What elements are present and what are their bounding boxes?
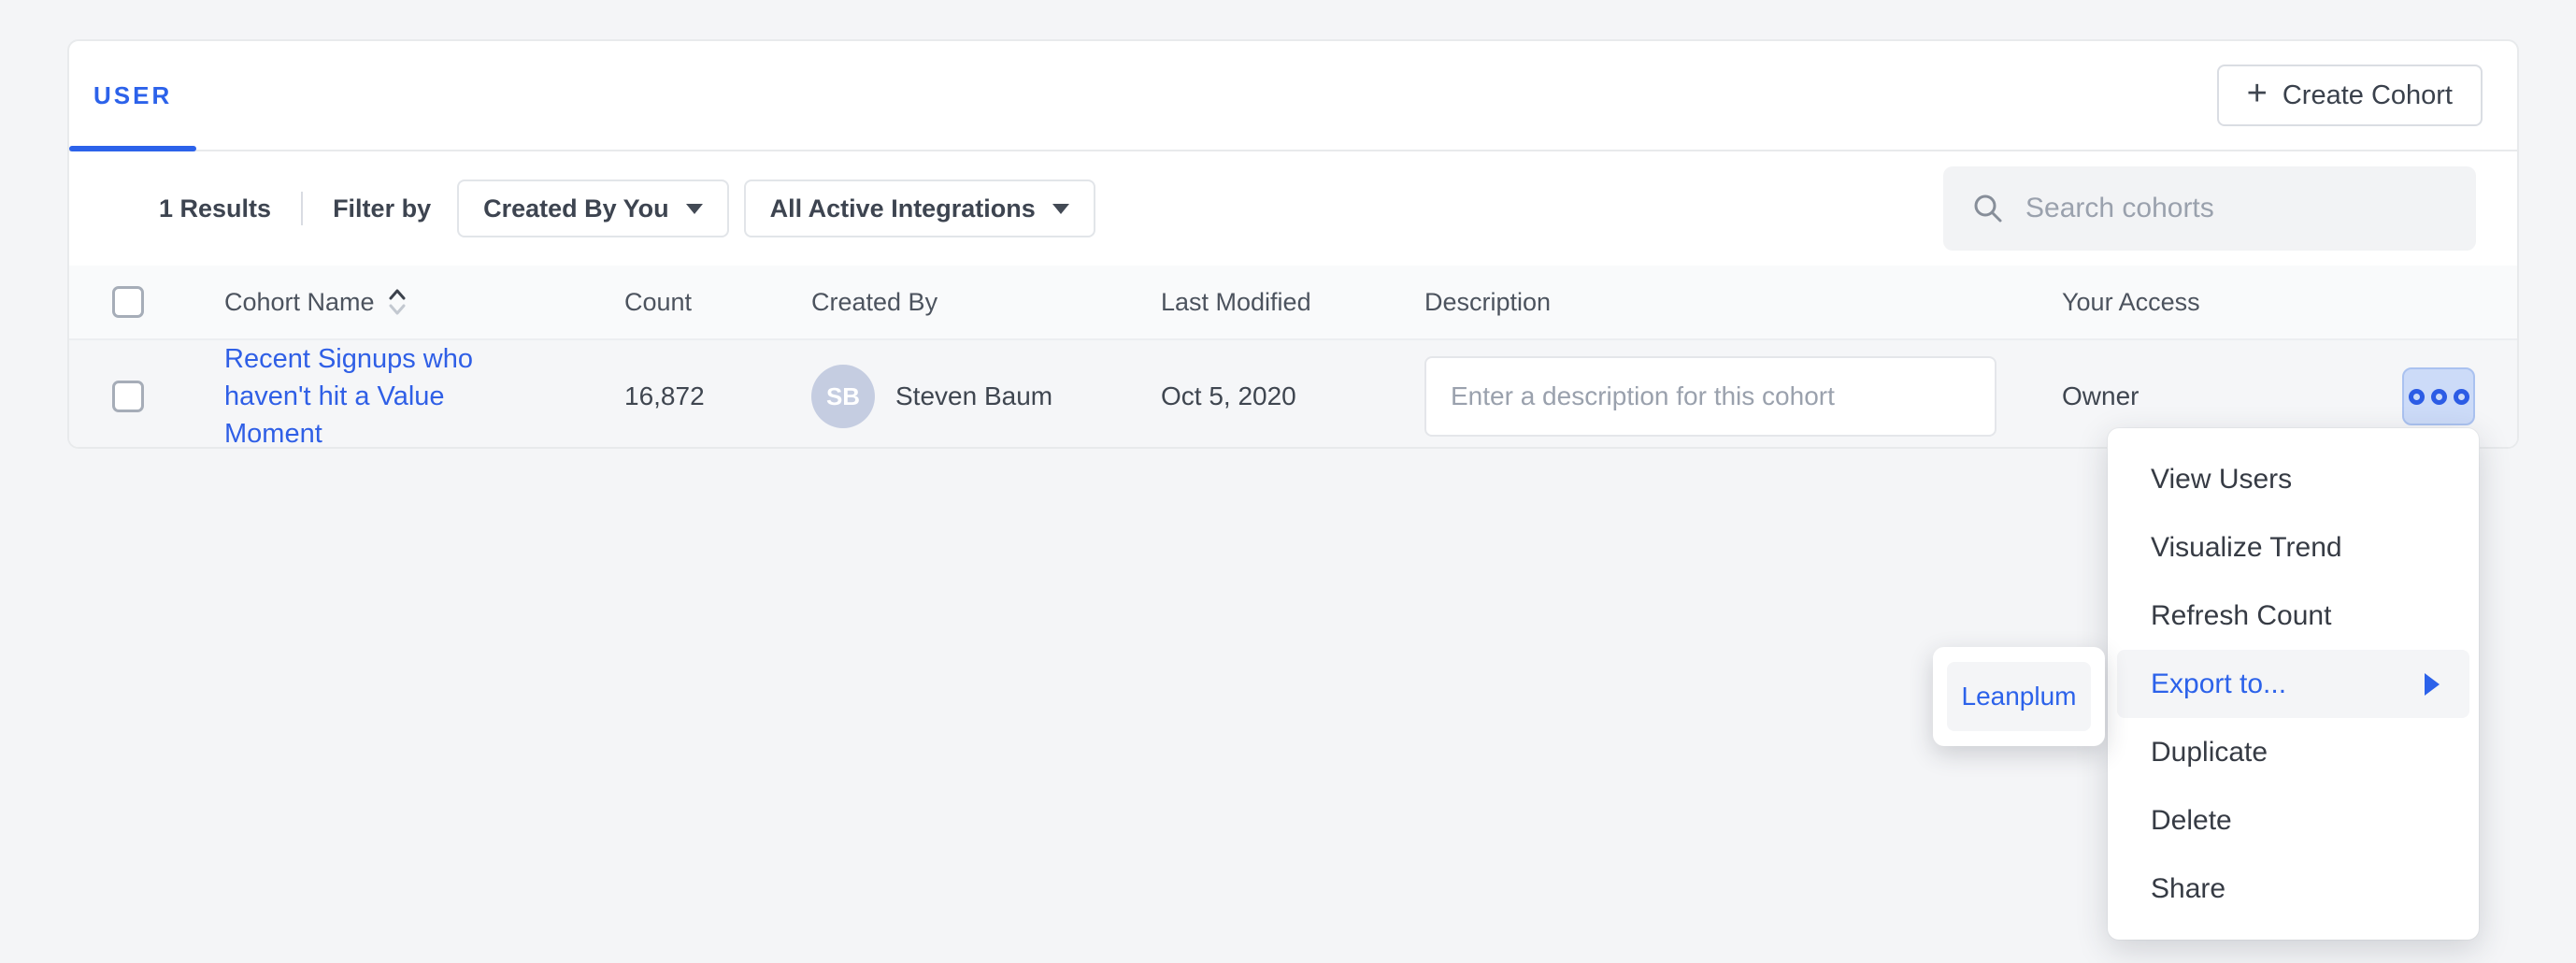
tab-bar: USER + Create Cohort	[69, 41, 2517, 151]
integrations-dropdown-label: All Active Integrations	[770, 194, 1036, 223]
column-header-cohort-name[interactable]: Cohort Name	[224, 286, 624, 318]
column-header-created-by: Created By	[811, 288, 1161, 317]
create-cohort-label: Create Cohort	[2283, 80, 2453, 111]
filter-bar: 1 Results Filter by Created By You All A…	[69, 151, 2517, 266]
cohort-count: 16,872	[624, 381, 811, 411]
submenu-arrow-icon	[2425, 673, 2440, 696]
table-header-row: Cohort Name Count Created By Last Modifi…	[69, 266, 2517, 340]
sort-icon	[386, 286, 408, 318]
column-header-last-modified: Last Modified	[1161, 288, 1424, 317]
filter-by-label: Filter by	[333, 194, 431, 223]
menu-item-refresh-count[interactable]: Refresh Count	[2108, 582, 2479, 650]
select-all-checkbox[interactable]	[112, 286, 144, 318]
ellipsis-icon	[2409, 389, 2425, 405]
column-header-count: Count	[624, 288, 811, 317]
created-by-cell: SB Steven Baum	[811, 365, 1161, 428]
create-cohort-button[interactable]: + Create Cohort	[2217, 65, 2483, 126]
menu-item-duplicate[interactable]: Duplicate	[2108, 718, 2479, 786]
created-by-dropdown[interactable]: Created By You	[457, 180, 729, 237]
submenu-item-leanplum[interactable]: Leanplum	[1947, 662, 2091, 731]
column-header-description: Description	[1424, 288, 2062, 317]
tab-user-label: USER	[93, 81, 172, 110]
integrations-dropdown[interactable]: All Active Integrations	[744, 180, 1095, 237]
ellipsis-icon	[2431, 389, 2447, 405]
chevron-down-icon	[1052, 204, 1069, 214]
menu-item-export-to-label: Export to...	[2151, 668, 2286, 700]
column-header-your-access: Your Access	[2062, 288, 2350, 317]
last-modified-date: Oct 5, 2020	[1161, 381, 1424, 411]
ellipsis-icon	[2454, 389, 2469, 405]
search-icon	[1971, 192, 2005, 225]
description-input[interactable]	[1424, 356, 1996, 437]
menu-item-delete[interactable]: Delete	[2108, 786, 2479, 855]
menu-item-export-to[interactable]: Export to...	[2117, 650, 2469, 718]
divider	[301, 192, 303, 225]
chevron-down-icon	[686, 204, 703, 214]
created-by-name: Steven Baum	[895, 381, 1052, 411]
tab-user[interactable]: USER	[69, 41, 196, 150]
row-actions-button[interactable]	[2402, 367, 2475, 425]
row-checkbox[interactable]	[112, 381, 144, 412]
results-count: 1 Results	[159, 194, 271, 223]
search-box[interactable]	[1943, 166, 2476, 251]
export-submenu: Leanplum	[1933, 647, 2105, 746]
menu-item-visualize-trend[interactable]: Visualize Trend	[2108, 513, 2479, 582]
row-context-menu: View Users Visualize Trend Refresh Count…	[2108, 428, 2479, 940]
search-input[interactable]	[2025, 193, 2448, 224]
created-by-dropdown-label: Created By You	[483, 194, 669, 223]
plus-icon: +	[2247, 76, 2268, 111]
avatar: SB	[811, 365, 875, 428]
access-level: Owner	[2062, 381, 2350, 411]
active-tab-underline	[69, 146, 196, 151]
menu-item-view-users[interactable]: View Users	[2108, 445, 2479, 513]
cohorts-panel: USER + Create Cohort 1 Results Filter by…	[67, 39, 2519, 449]
cohort-name-link[interactable]: Recent Signups who haven't hit a Value M…	[224, 340, 514, 449]
menu-item-share[interactable]: Share	[2108, 855, 2479, 923]
